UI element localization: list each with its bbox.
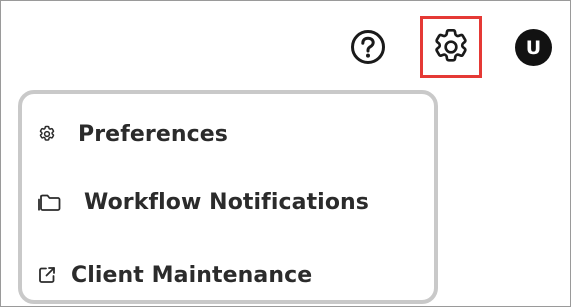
gear-icon — [37, 124, 57, 144]
menu-item-label: Preferences — [78, 121, 228, 147]
gear-icon — [435, 29, 467, 62]
settings-button[interactable] — [420, 16, 482, 78]
menu-item-workflow-notifications[interactable]: Workflow Notifications — [22, 180, 434, 224]
avatar-initial: U — [525, 36, 542, 59]
settings-menu: Preferences Workflow Notifications Clien… — [18, 90, 438, 304]
settings-panel: U Preferences Workflow Notifications Cli… — [0, 0, 571, 307]
folder-icon — [37, 192, 63, 212]
external-link-icon — [37, 265, 57, 285]
menu-item-preferences[interactable]: Preferences — [22, 112, 434, 156]
menu-item-client-maintenance[interactable]: Client Maintenance — [22, 253, 434, 297]
menu-item-label: Client Maintenance — [71, 262, 313, 288]
help-icon[interactable] — [349, 28, 387, 66]
avatar[interactable]: U — [515, 29, 552, 66]
menu-item-label: Workflow Notifications — [84, 189, 369, 215]
